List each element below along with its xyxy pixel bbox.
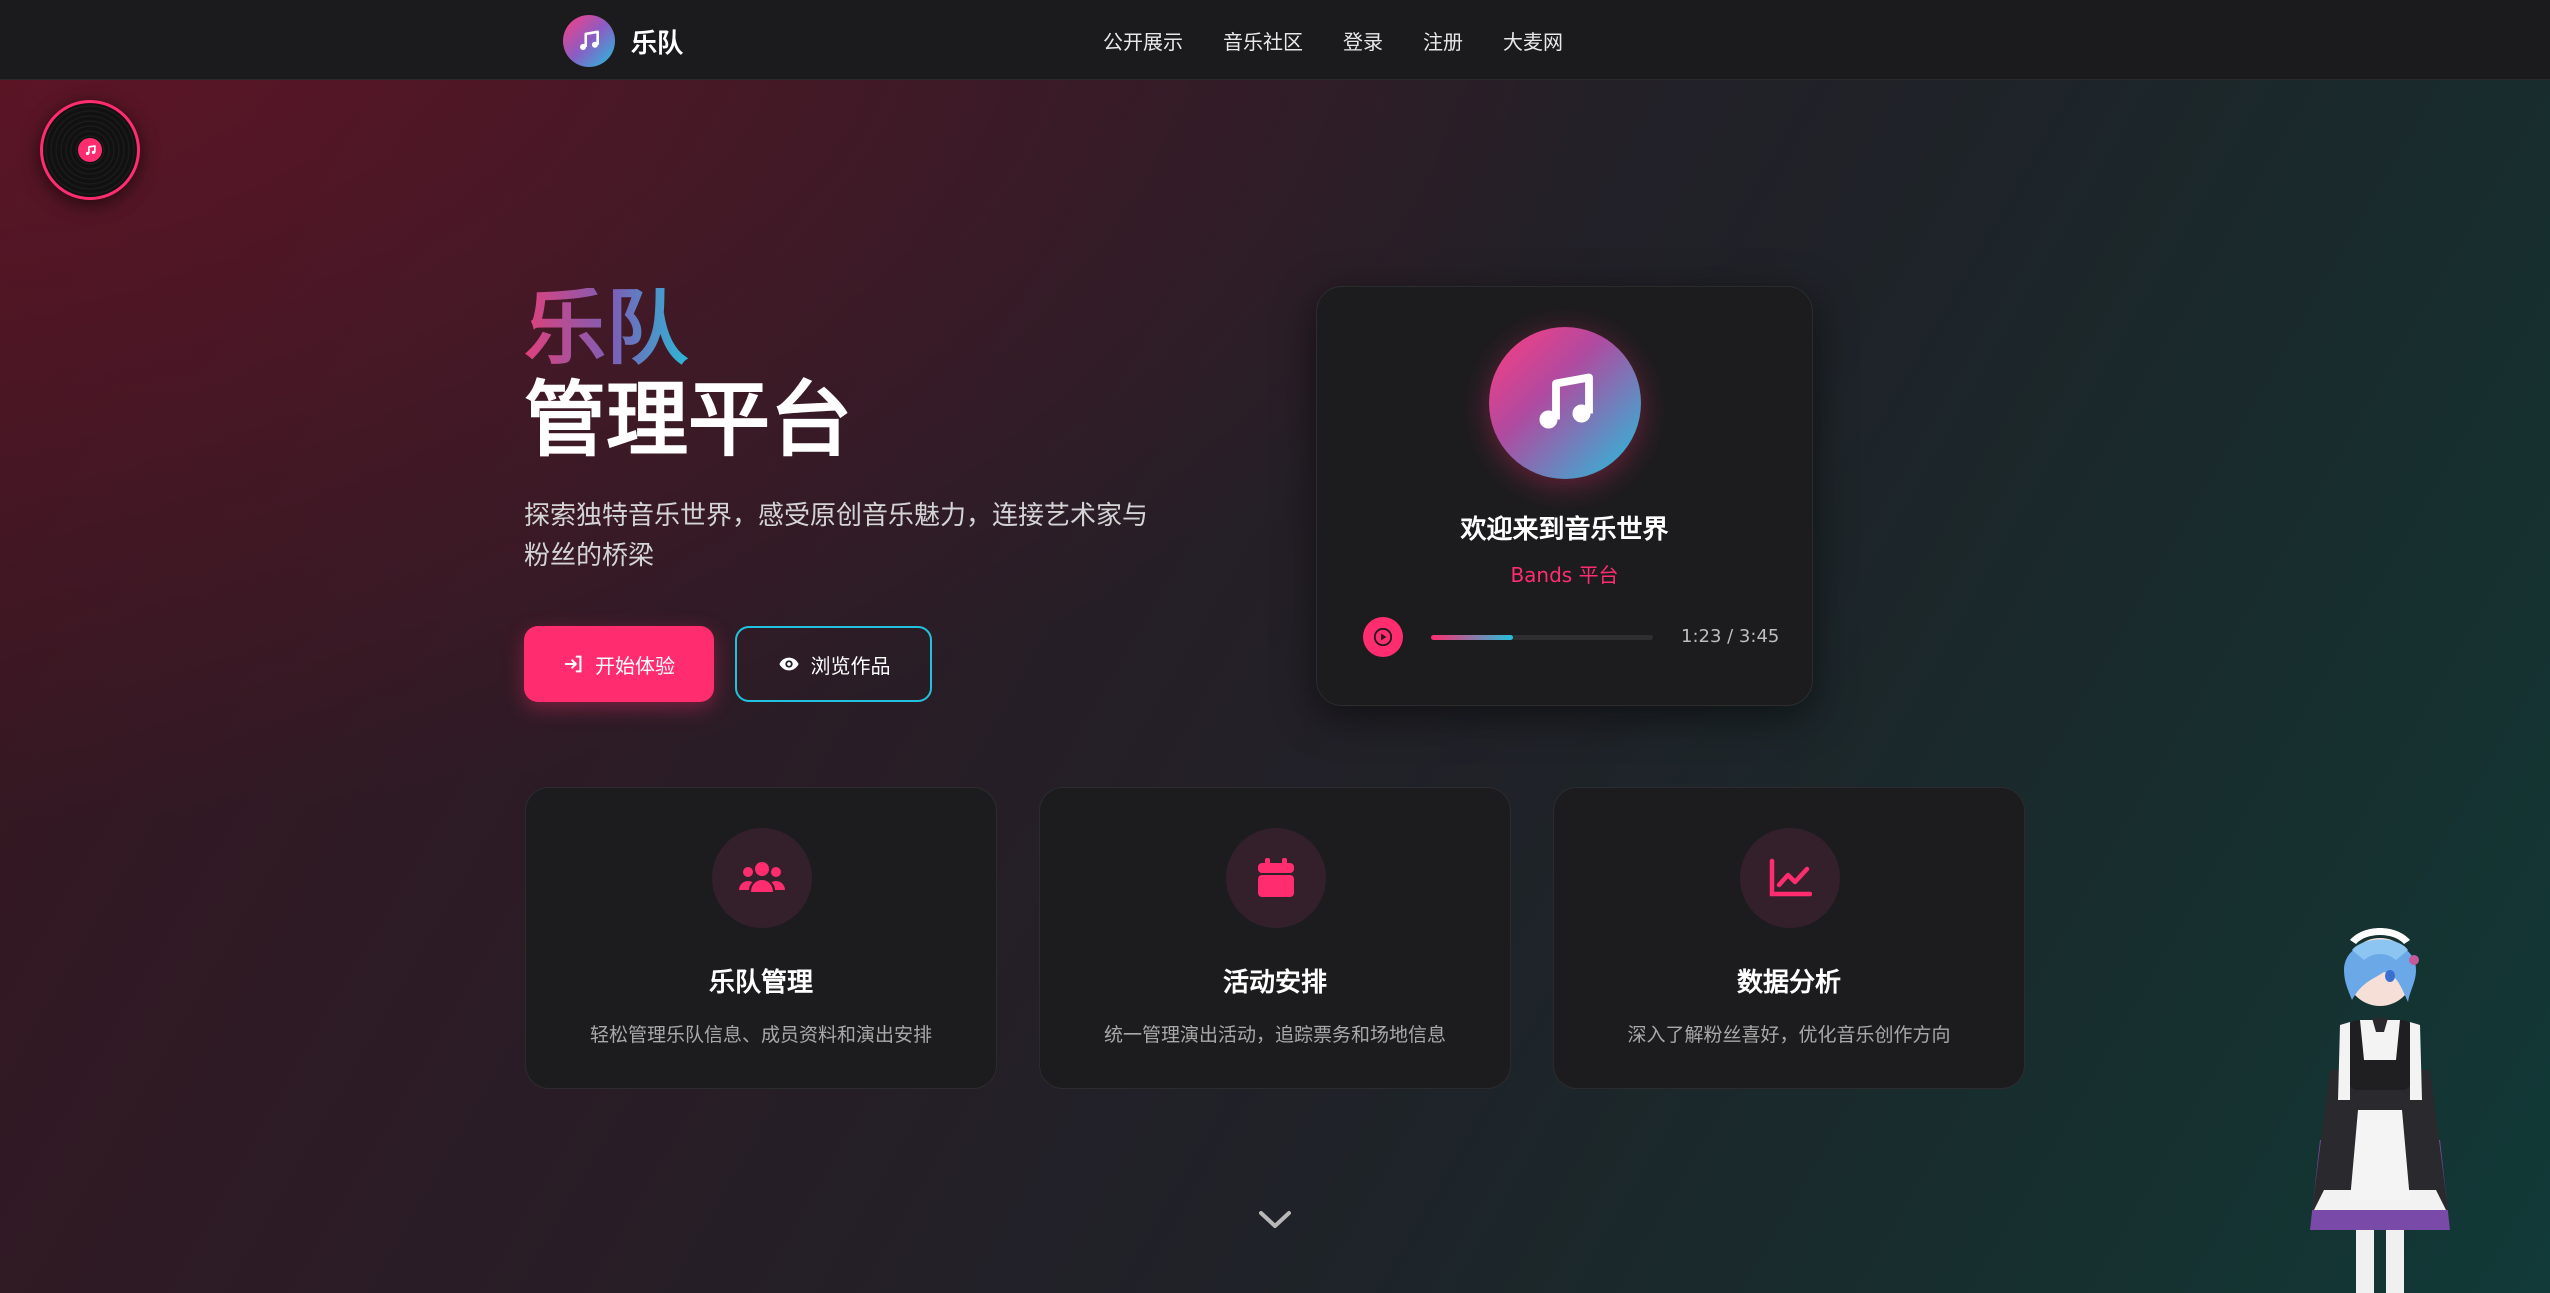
- player-cover: [1489, 327, 1641, 479]
- hero-description: 探索独特音乐世界，感受原创音乐魅力，连接艺术家与粉丝的桥梁: [524, 501, 1149, 571]
- brand-name: 乐队: [631, 28, 684, 59]
- progress-bar[interactable]: [1431, 635, 1653, 640]
- calendar-icon: [1258, 858, 1294, 897]
- feature-card-event-scheduling[interactable]: 活动安排 统一管理演出活动，追踪票务和场地信息: [1039, 787, 1511, 1089]
- feature-title: 活动安排: [1222, 968, 1327, 998]
- users-icon: [739, 862, 785, 892]
- brand[interactable]: 乐队: [563, 15, 683, 67]
- player-time: 1:23 / 3:45: [1681, 626, 1780, 647]
- eye-icon: [777, 653, 801, 675]
- music-player-card: 欢迎来到音乐世界 Bands 平台 1:23 / 3:45: [1316, 286, 1813, 706]
- brand-logo: [563, 15, 615, 67]
- feature-card-band-management[interactable]: 乐队管理 轻松管理乐队信息、成员资料和演出安排: [525, 787, 997, 1089]
- nav-link-damai[interactable]: 大麦网: [1503, 26, 1563, 55]
- vinyl-center: [78, 138, 102, 162]
- feature-description: 轻松管理乐队信息、成员资料和演出安排: [589, 1024, 932, 1046]
- start-experience-button[interactable]: 开始体验: [524, 626, 714, 702]
- feature-title: 乐队管理: [708, 968, 813, 998]
- browse-works-label: 浏览作品: [810, 653, 891, 678]
- hero-title-brand: 乐队: [524, 281, 689, 376]
- vinyl-record-button[interactable]: [40, 100, 140, 200]
- background-vignette: [0, 0, 2550, 1293]
- chart-line-icon: [1769, 858, 1812, 897]
- music-note-icon: [1539, 373, 1593, 429]
- nav-links: 公开展示 音乐社区 登录 注册 大麦网: [1103, 0, 1603, 80]
- feature-icon-container: [1226, 828, 1326, 928]
- play-icon: [1374, 628, 1392, 646]
- hero-title-platform: 管理平台: [524, 373, 853, 468]
- navbar: 乐队 公开展示 音乐社区 登录 注册 大麦网: [0, 0, 2550, 80]
- music-note-icon: [85, 144, 96, 155]
- sign-in-icon: [563, 653, 585, 675]
- feature-title: 数据分析: [1736, 968, 1841, 998]
- player-title: 欢迎来到音乐世界: [1460, 515, 1669, 545]
- feature-icon-container: [1740, 828, 1840, 928]
- scroll-down-button[interactable]: [1255, 1200, 1295, 1240]
- feature-description: 统一管理演出活动，追踪票务和场地信息: [1103, 1024, 1446, 1046]
- player-subtitle: Bands 平台: [1510, 563, 1619, 587]
- chevron-down-icon: [1259, 1211, 1291, 1228]
- play-button[interactable]: [1363, 617, 1403, 657]
- progress-fill: [1431, 635, 1514, 640]
- nav-link-register[interactable]: 注册: [1423, 26, 1463, 55]
- nav-link-music-community[interactable]: 音乐社区: [1223, 26, 1303, 55]
- music-note-icon: [580, 30, 599, 50]
- browse-works-button[interactable]: 浏览作品: [735, 626, 932, 702]
- feature-description: 深入了解粉丝喜好，优化音乐创作方向: [1627, 1024, 1951, 1046]
- feature-card-data-analysis[interactable]: 数据分析 深入了解粉丝喜好，优化音乐创作方向: [1553, 787, 2025, 1089]
- anime-mascot[interactable]: [2300, 910, 2460, 1293]
- nav-link-public-showcase[interactable]: 公开展示: [1103, 26, 1183, 55]
- feature-icon-container: [712, 828, 812, 928]
- start-experience-label: 开始体验: [595, 653, 675, 678]
- nav-link-login[interactable]: 登录: [1343, 26, 1383, 55]
